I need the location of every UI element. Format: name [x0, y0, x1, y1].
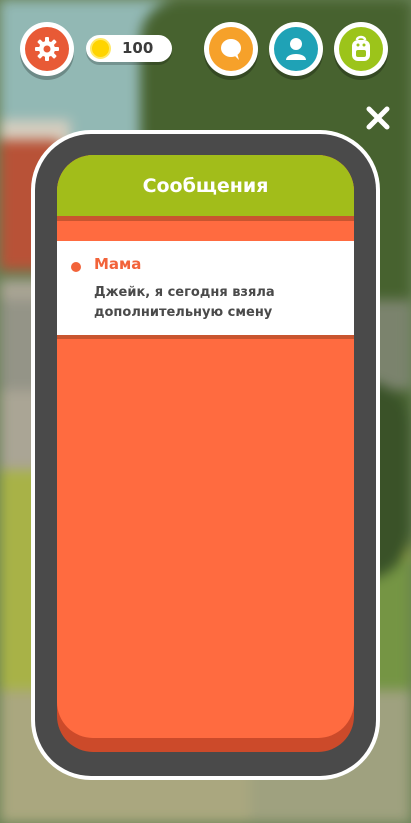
message-sender: Мама	[94, 255, 142, 273]
message-preview: Джейк, я сегодня взяла дополнительную см…	[94, 285, 275, 320]
profile-button[interactable]	[269, 22, 323, 76]
coin-counter: 100	[86, 35, 172, 62]
phone-body: Сообщения Мама Джейк, я сегодня взяла до…	[35, 134, 376, 776]
gear-icon	[35, 37, 59, 61]
coin-value: 100	[122, 39, 154, 57]
screen-title: Сообщения	[142, 174, 269, 197]
speech-bubble-icon	[221, 39, 241, 60]
unread-dot	[71, 262, 81, 272]
backpack-icon	[352, 35, 370, 61]
close-icon	[366, 106, 390, 130]
close-button[interactable]	[362, 102, 394, 134]
phone-frame: Сообщения Мама Джейк, я сегодня взяла до…	[31, 130, 380, 780]
messages-panel: Сообщения Мама Джейк, я сегодня взяла до…	[57, 155, 354, 738]
messages-button[interactable]	[204, 22, 258, 76]
coin-icon	[90, 38, 111, 59]
message-item[interactable]: Мама Джейк, я сегодня взяла дополнительн…	[57, 241, 354, 339]
settings-button[interactable]	[20, 22, 74, 76]
messages-header: Сообщения	[57, 155, 354, 221]
person-icon	[286, 38, 306, 60]
phone-screen: Сообщения Мама Джейк, я сегодня взяла до…	[57, 155, 354, 752]
backpack-button[interactable]	[334, 22, 388, 76]
